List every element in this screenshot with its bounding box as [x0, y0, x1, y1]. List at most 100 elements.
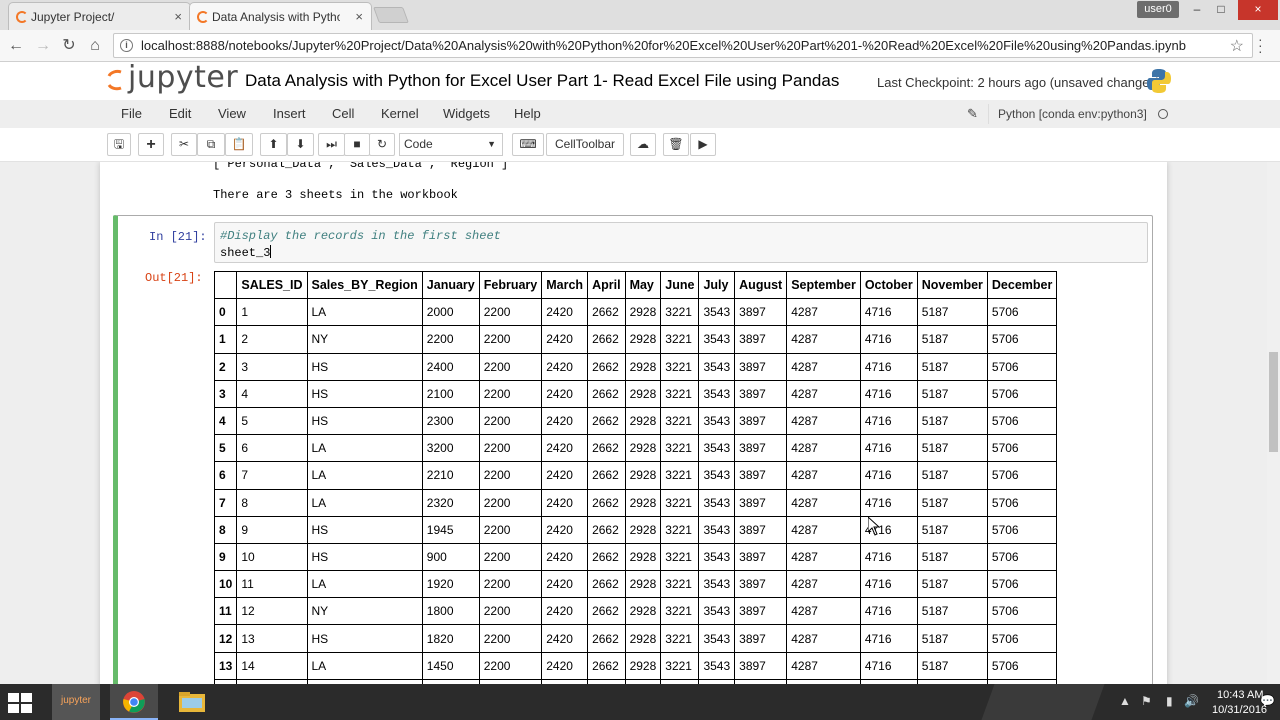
interrupt-button[interactable]: ■: [344, 133, 370, 156]
kernel-name[interactable]: Python [conda env:python3]: [988, 104, 1147, 124]
menu-kernel[interactable]: Kernel: [381, 106, 419, 121]
menu-view[interactable]: View: [218, 106, 246, 121]
chevron-down-icon: ▼: [487, 139, 496, 149]
url-input[interactable]: i localhost:8888/notebooks/Jupyter%20Pro…: [113, 33, 1253, 58]
notebook-toolbar: 🖫 + ✂ ⧉ 📋 ⬆ ⬇ ⏭ ■ ↻ ⌨ CellToolbar ☁ 🗑 ▶: [0, 128, 1280, 162]
insert-cell-button[interactable]: +: [138, 133, 164, 156]
table-cell: LA: [306, 488, 423, 517]
table-row: 11 12 NY 1800 2200 2420 2662 2928 3221 3543 3897 42…: [213, 597, 1058, 626]
browser-menu-icon[interactable]: · · ·: [1258, 32, 1263, 58]
tab-close-icon[interactable]: ×: [355, 9, 363, 24]
page-scrollbar[interactable]: [1267, 162, 1280, 684]
move-up-button[interactable]: ⬆: [260, 133, 287, 156]
table-cell: 3221: [660, 651, 700, 680]
table-cell: 2420: [541, 542, 589, 572]
upload-button[interactable]: ☁: [630, 133, 656, 156]
table-cell: 2928: [624, 461, 662, 490]
menu-widgets[interactable]: Widgets: [443, 106, 490, 121]
taskbar-chrome-app[interactable]: [110, 684, 158, 720]
site-info-icon[interactable]: i: [120, 39, 133, 52]
new-tab-button[interactable]: [373, 7, 409, 23]
table-cell: 5706: [986, 325, 1058, 354]
code-input[interactable]: #Display the records in the first sheet …: [214, 222, 1148, 263]
table-cell: 1800: [421, 597, 480, 626]
taskbar-file-explorer-app[interactable]: [168, 684, 216, 720]
table-cell: 2662: [587, 325, 626, 354]
menu-edit[interactable]: Edit: [169, 106, 191, 121]
cell-type-select[interactable]: Code ▼: [399, 133, 503, 156]
table-cell: 2662: [587, 651, 626, 680]
chrome-icon: [123, 691, 145, 713]
taskbar-jupyter-app[interactable]: jupyter: [52, 684, 100, 720]
menu-file[interactable]: File: [121, 106, 142, 121]
menu-cell[interactable]: Cell: [332, 106, 354, 121]
notebook-title[interactable]: Data Analysis with Python for Excel User…: [245, 71, 839, 91]
tray-flag-icon[interactable]: ⚑: [1141, 694, 1152, 708]
save-button[interactable]: 🖫: [107, 133, 131, 156]
cut-button[interactable]: ✂: [171, 133, 197, 156]
table-cell: 2200: [478, 597, 543, 626]
table-row: 7 8 LA 2320 2200 2420 2662 2928 3221 3543 3897 4287…: [213, 488, 1058, 517]
table-cell: 4716: [859, 542, 918, 572]
celltoolbar-button[interactable]: CellToolbar: [546, 133, 624, 156]
table-cell: 2420: [541, 488, 589, 517]
table-cell: 3897: [734, 379, 788, 408]
table-cell: 3543: [698, 515, 736, 544]
code-cell-selected[interactable]: In [21]: #Display the records in the fir…: [113, 215, 1153, 684]
table-cell: 3897: [734, 542, 788, 572]
table-header-row: SALES_ID Sales_BY_Region January February Ma…: [213, 270, 1058, 300]
tab-data-analysis[interactable]: Data Analysis with Pytho ×: [189, 2, 372, 30]
command-palette-button[interactable]: ⌨: [512, 133, 544, 156]
cell-type-value: Code: [404, 137, 433, 151]
table-cell: 2662: [587, 461, 626, 490]
table-cell: 4716: [859, 406, 918, 436]
table-cell: LA: [306, 298, 423, 327]
index-header: [213, 270, 238, 300]
home-icon[interactable]: ⌂: [84, 35, 106, 57]
minimize-icon[interactable]: –: [1184, 0, 1210, 20]
menu-help[interactable]: Help: [514, 106, 541, 121]
row-index-cell: 1: [213, 325, 238, 354]
scrollbar-thumb[interactable]: [1269, 352, 1278, 452]
table-cell: 5187: [916, 298, 988, 327]
table-cell: 1920: [421, 570, 480, 599]
table-cell: 3221: [660, 461, 700, 490]
move-down-button[interactable]: ⬇: [287, 133, 314, 156]
copy-button[interactable]: ⧉: [197, 133, 225, 156]
bookmark-star-icon[interactable]: ☆: [1230, 36, 1244, 56]
table-cell: 1450: [421, 651, 480, 680]
trash-button[interactable]: 🗑: [663, 133, 689, 156]
table-cell: 3897: [734, 325, 788, 354]
clock-time[interactable]: 10:43 AM: [1217, 689, 1263, 701]
row-index-cell: 11: [213, 597, 238, 626]
menu-insert[interactable]: Insert: [273, 106, 306, 121]
reload-icon[interactable]: ↻: [58, 35, 80, 57]
table-cell: 2200: [478, 379, 543, 408]
forward-arrow-icon[interactable]: →: [32, 35, 54, 57]
slideshow-button[interactable]: ▶: [690, 133, 716, 156]
table-cell: 3543: [698, 461, 736, 490]
tray-overflow-icon[interactable]: ▲: [1119, 694, 1131, 708]
maximize-icon[interactable]: □: [1208, 0, 1234, 20]
jupyter-logo-text[interactable]: jupyter: [128, 60, 238, 95]
paste-button[interactable]: 📋: [225, 133, 253, 156]
table-cell: LA: [306, 570, 423, 599]
table-cell: 4287: [786, 406, 861, 436]
clock-date[interactable]: 10/31/2016: [1212, 704, 1267, 716]
windows-start-icon[interactable]: [6, 692, 34, 714]
run-cell-button[interactable]: ⏭: [318, 133, 345, 156]
window-close-icon[interactable]: ×: [1238, 0, 1278, 20]
tab-jupyter-project[interactable]: Jupyter Project/ ×: [8, 2, 191, 30]
table-cell: 2200: [478, 488, 543, 517]
table-cell: 2928: [624, 597, 662, 626]
table-cell: 3897: [734, 461, 788, 490]
table-cell: 2662: [587, 379, 626, 408]
row-index-cell: 0: [213, 298, 238, 327]
user-profile-badge[interactable]: user0: [1137, 1, 1179, 18]
tray-battery-icon[interactable]: ▮: [1166, 694, 1173, 708]
restart-kernel-button[interactable]: ↻: [369, 133, 395, 156]
table-cell: 5187: [916, 542, 988, 572]
tab-close-icon[interactable]: ×: [174, 9, 182, 24]
back-arrow-icon[interactable]: ←: [5, 35, 27, 57]
tray-volume-icon[interactable]: 🔊: [1184, 694, 1199, 708]
